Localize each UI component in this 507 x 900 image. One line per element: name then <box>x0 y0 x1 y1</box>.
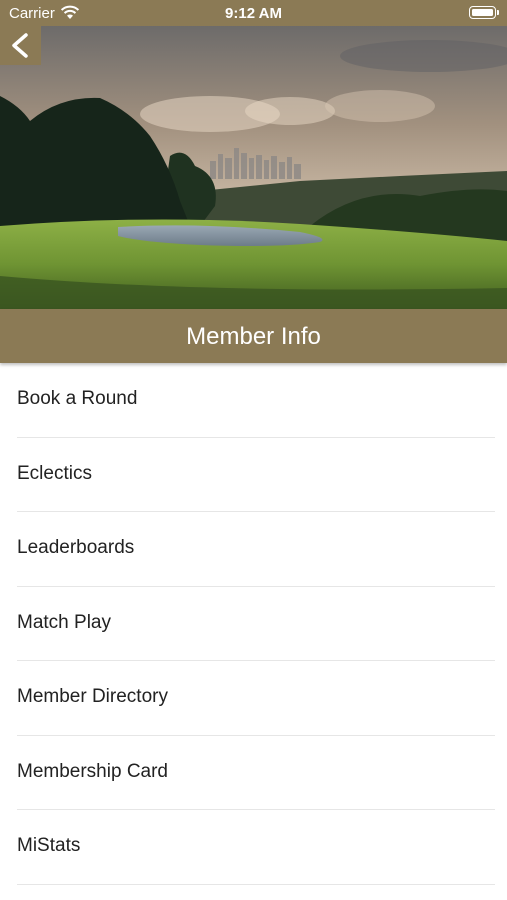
title-bar: Member Info <box>0 309 507 363</box>
menu-item-mistats[interactable]: MiStats <box>0 810 507 885</box>
hero-image <box>0 26 507 309</box>
page-title: Member Info <box>186 323 321 350</box>
menu-item-label: Book a Round <box>17 388 138 409</box>
menu-item-match-play[interactable]: Match Play <box>0 587 507 661</box>
menu-item-membership-card[interactable]: Membership Card <box>0 736 507 810</box>
menu-item-member-directory[interactable]: Member Directory <box>0 661 507 736</box>
status-bar: Carrier 9:12 AM <box>0 0 507 26</box>
menu-list: Book a Round Eclectics Leaderboards Matc… <box>0 363 507 885</box>
menu-item-label: Eclectics <box>17 462 92 484</box>
menu-item-eclectics[interactable]: Eclectics <box>0 438 507 512</box>
menu-item-book-a-round[interactable]: Book a Round <box>0 363 507 438</box>
menu-item-label: Member Directory <box>17 686 168 707</box>
battery-cap <box>497 10 499 15</box>
menu-item-label: MiStats <box>17 835 81 856</box>
battery-icon <box>469 6 496 19</box>
menu-item-leaderboards[interactable]: Leaderboards <box>0 512 507 587</box>
back-button[interactable] <box>0 26 41 65</box>
status-time: 9:12 AM <box>225 5 282 22</box>
chevron-left-icon <box>12 33 28 58</box>
menu-item-label: Leaderboards <box>17 537 135 558</box>
menu-item-label: Membership Card <box>17 760 168 782</box>
menu-item-label: Match Play <box>17 611 111 633</box>
divider <box>17 883 495 885</box>
